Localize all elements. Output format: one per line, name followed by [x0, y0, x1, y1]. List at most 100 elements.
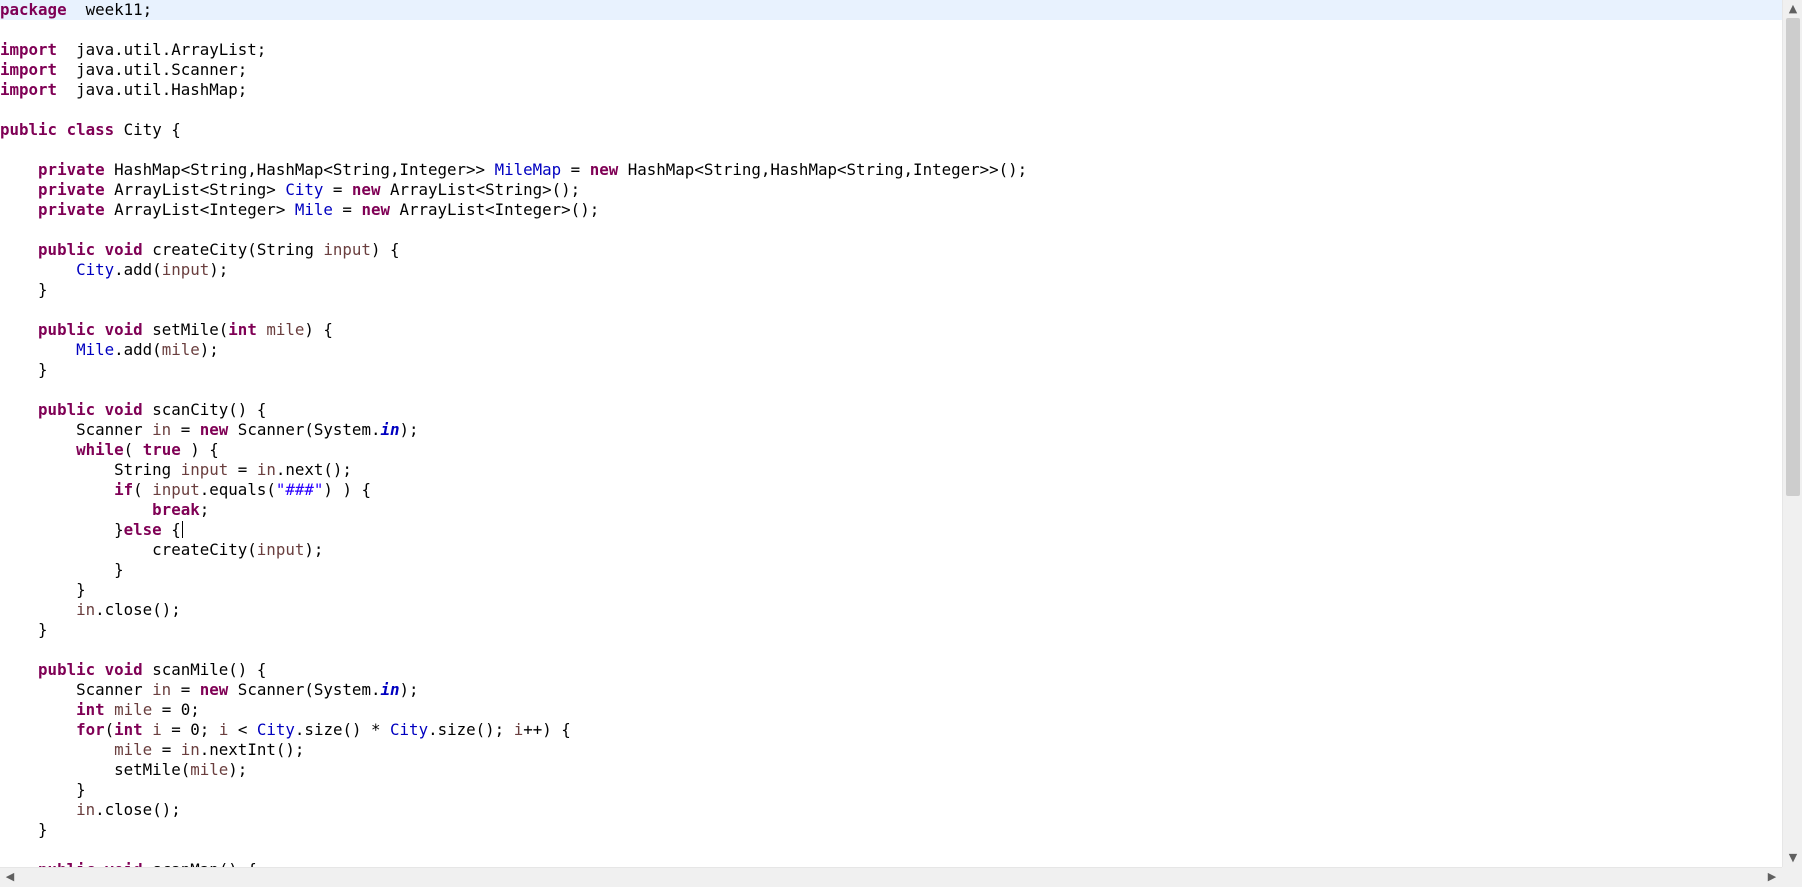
code-line[interactable]: public void createCity(String input) {: [0, 240, 1782, 260]
code-line[interactable]: [0, 380, 1782, 400]
code-keyword: else: [123, 520, 162, 539]
code-line[interactable]: in.close();: [0, 800, 1782, 820]
code-variable: i: [513, 720, 524, 739]
code-line[interactable]: public class City {: [0, 120, 1782, 140]
code-variable: input: [180, 460, 229, 479]
code-line[interactable]: private ArrayList<String> City = new Arr…: [0, 180, 1782, 200]
code-text: Scanner: [0, 680, 153, 699]
code-text: <: [228, 720, 257, 739]
code-line[interactable]: City.add(input);: [0, 260, 1782, 280]
code-line[interactable]: mile = in.nextInt();: [0, 740, 1782, 760]
code-text: =: [561, 160, 590, 179]
code-text: HashMap<String,HashMap<String,Integer>>(…: [618, 160, 1028, 179]
code-text: (: [123, 440, 143, 459]
code-line[interactable]: in.close();: [0, 600, 1782, 620]
code-variable: in: [256, 460, 276, 479]
code-keyword: int: [228, 320, 257, 339]
code-line[interactable]: int mile = 0;: [0, 700, 1782, 720]
horizontal-scrollbar[interactable]: ◀ ▶: [0, 867, 1782, 887]
code-text: .close();: [95, 800, 181, 819]
code-line[interactable]: [0, 220, 1782, 240]
code-line[interactable]: Scanner in = new Scanner(System.in);: [0, 680, 1782, 700]
code-line[interactable]: }: [0, 780, 1782, 800]
code-line[interactable]: Scanner in = new Scanner(System.in);: [0, 420, 1782, 440]
code-variable: mile: [161, 340, 200, 359]
code-text: (: [133, 480, 153, 499]
code-keyword: int: [114, 720, 143, 739]
code-text: ) {: [304, 320, 333, 339]
code-line[interactable]: public void scanMile() {: [0, 660, 1782, 680]
code-text: HashMap<String,HashMap<String,Integer>>: [104, 160, 495, 179]
code-text: scanCity() {: [142, 400, 267, 419]
code-text: City {: [114, 120, 181, 139]
code-text: java.util.HashMap;: [57, 80, 248, 99]
code-text: ) ) {: [323, 480, 371, 499]
code-line[interactable]: }: [0, 620, 1782, 640]
code-keyword: public: [38, 400, 96, 419]
code-line[interactable]: public void setMile(int mile) {: [0, 320, 1782, 340]
vertical-scrollbar[interactable]: ▲ ▼: [1782, 0, 1802, 867]
code-line[interactable]: for(int i = 0; i < City.size() * City.si…: [0, 720, 1782, 740]
code-line[interactable]: while( true ) {: [0, 440, 1782, 460]
code-field: City: [256, 720, 295, 739]
scroll-up-arrow-icon[interactable]: ▲: [1783, 0, 1802, 18]
code-line[interactable]: }: [0, 560, 1782, 580]
code-line[interactable]: public void scanMap() {: [0, 860, 1782, 867]
code-line[interactable]: break;: [0, 500, 1782, 520]
code-keyword: void: [104, 400, 143, 419]
code-line[interactable]: public void scanCity() {: [0, 400, 1782, 420]
code-text: setMile(: [0, 760, 191, 779]
code-line[interactable]: private ArrayList<Integer> Mile = new Ar…: [0, 200, 1782, 220]
code-field: City: [285, 180, 324, 199]
code-line[interactable]: String input = in.next();: [0, 460, 1782, 480]
code-text: .add(: [114, 340, 162, 359]
code-line[interactable]: }: [0, 360, 1782, 380]
scroll-right-arrow-icon[interactable]: ▶: [1762, 868, 1782, 886]
code-text: =: [323, 180, 352, 199]
code-keyword: class: [66, 120, 115, 139]
code-line[interactable]: }else {: [0, 520, 1782, 540]
code-text: ArrayList<String>();: [380, 180, 581, 199]
code-line[interactable]: }: [0, 580, 1782, 600]
code-text: java.util.ArrayList;: [57, 40, 267, 59]
vertical-scroll-thumb[interactable]: [1786, 18, 1800, 496]
code-line[interactable]: }: [0, 820, 1782, 840]
code-line[interactable]: [0, 640, 1782, 660]
code-line[interactable]: Mile.add(mile);: [0, 340, 1782, 360]
code-line[interactable]: [0, 300, 1782, 320]
code-line[interactable]: import java.util.Scanner;: [0, 60, 1782, 80]
code-text: ++) {: [523, 720, 571, 739]
code-line[interactable]: [0, 840, 1782, 860]
code-line[interactable]: [0, 20, 1782, 40]
code-keyword: while: [76, 440, 124, 459]
code-line[interactable]: [0, 140, 1782, 160]
code-text: }: [0, 820, 48, 839]
code-line[interactable]: createCity(input);: [0, 540, 1782, 560]
code-editor[interactable]: package week11; import java.util.ArrayLis…: [0, 0, 1782, 867]
code-text: (: [104, 720, 115, 739]
code-keyword: package: [0, 0, 67, 19]
code-text: ArrayList<Integer>: [104, 200, 295, 219]
code-text: }: [0, 360, 48, 379]
code-line[interactable]: if( input.equals("###") ) {: [0, 480, 1782, 500]
code-line[interactable]: }: [0, 280, 1782, 300]
scroll-left-arrow-icon[interactable]: ◀: [0, 868, 20, 886]
code-line[interactable]: import java.util.ArrayList;: [0, 40, 1782, 60]
code-line[interactable]: package week11;: [0, 0, 1782, 20]
code-line[interactable]: [0, 100, 1782, 120]
code-line[interactable]: setMile(mile);: [0, 760, 1782, 780]
code-line[interactable]: import java.util.HashMap;: [0, 80, 1782, 100]
code-text: );: [399, 680, 419, 699]
scroll-down-arrow-icon[interactable]: ▼: [1783, 849, 1802, 867]
code-line[interactable]: private HashMap<String,HashMap<String,In…: [0, 160, 1782, 180]
